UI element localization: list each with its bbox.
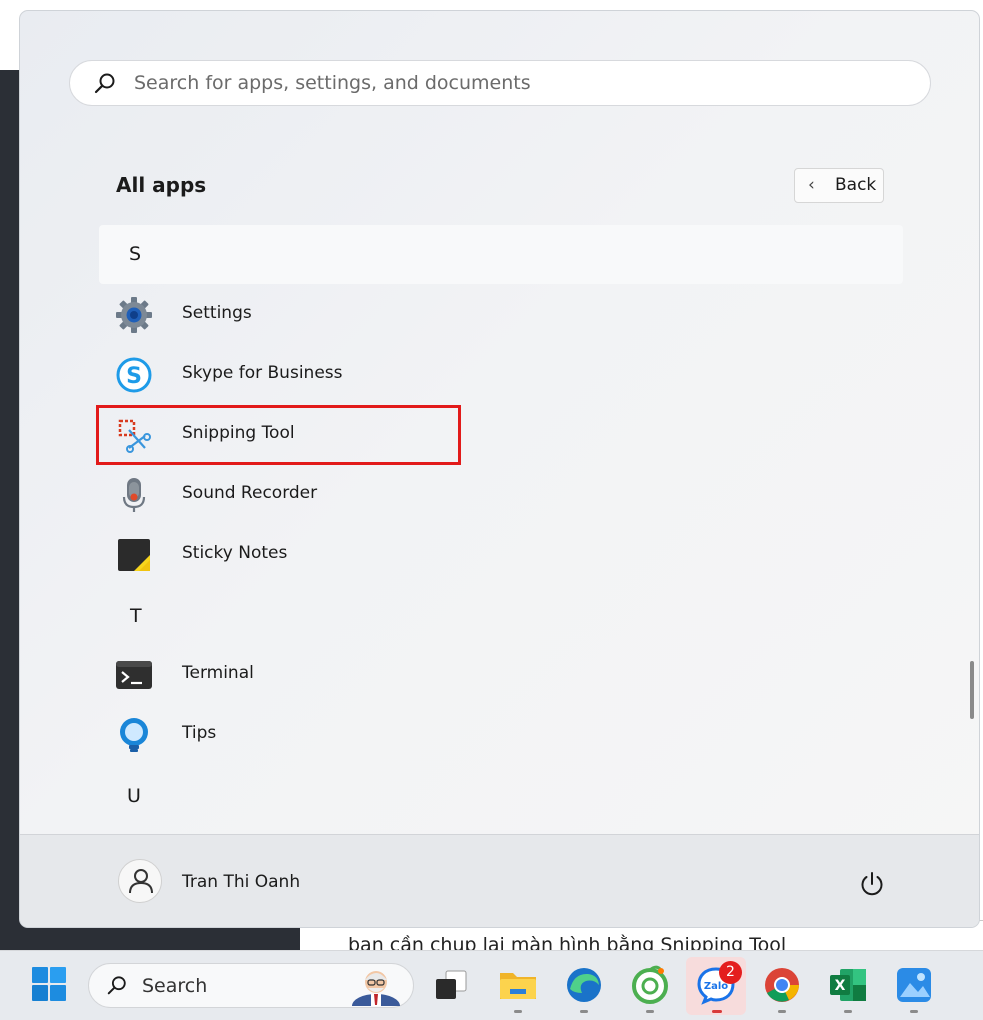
taskbar-search[interactable]: Search bbox=[88, 963, 414, 1008]
app-item-sound-recorder[interactable]: Sound Recorder bbox=[99, 466, 469, 522]
app-item-tips[interactable]: Tips bbox=[99, 706, 469, 762]
svg-text:S: S bbox=[126, 364, 142, 389]
section-letter-t[interactable]: T bbox=[130, 605, 142, 627]
chevron-left-icon: ‹ bbox=[808, 175, 815, 195]
scrollbar-thumb[interactable] bbox=[970, 661, 974, 719]
chrome-icon[interactable] bbox=[762, 965, 802, 1005]
app-item-skype-for-business[interactable]: S Skype for Business bbox=[99, 346, 469, 402]
app-item-terminal[interactable]: Terminal bbox=[99, 646, 469, 702]
section-header-s[interactable]: S bbox=[99, 225, 903, 284]
section-letter-s: S bbox=[129, 243, 142, 265]
running-indicator bbox=[778, 1010, 786, 1013]
app-name: Tips bbox=[182, 723, 217, 743]
start-icon[interactable] bbox=[31, 966, 67, 1002]
user-name[interactable]: Tran Thi Oanh bbox=[182, 872, 300, 892]
search-highlight-icon bbox=[352, 971, 400, 1006]
app-name: Skype for Business bbox=[182, 363, 343, 383]
running-indicator bbox=[580, 1010, 588, 1013]
back-button[interactable]: ‹ Back bbox=[794, 168, 884, 203]
all-apps-title: All apps bbox=[116, 173, 207, 197]
running-indicator bbox=[910, 1010, 918, 1013]
power-icon[interactable] bbox=[858, 870, 886, 898]
start-menu: Search for apps, settings, and documents… bbox=[19, 10, 980, 928]
gear-icon bbox=[116, 297, 152, 333]
svg-text:X: X bbox=[835, 978, 846, 994]
app-item-sticky-notes[interactable]: Sticky Notes bbox=[99, 526, 469, 582]
search-icon bbox=[94, 73, 115, 94]
start-menu-footer: Tran Thi Oanh bbox=[20, 834, 979, 927]
start-search-box[interactable]: Search for apps, settings, and documents bbox=[69, 60, 931, 106]
terminal-icon bbox=[116, 661, 152, 689]
user-avatar[interactable] bbox=[118, 859, 162, 903]
sticky-notes-icon bbox=[118, 539, 150, 571]
coccoc-icon[interactable] bbox=[630, 965, 670, 1005]
app-name: Sticky Notes bbox=[182, 543, 288, 563]
notification-badge: 2 bbox=[719, 961, 742, 984]
microphone-icon bbox=[122, 478, 146, 512]
photos-icon[interactable] bbox=[894, 965, 934, 1005]
taskbar-search-label: Search bbox=[142, 975, 208, 997]
edge-icon[interactable] bbox=[564, 965, 604, 1005]
file-explorer-icon[interactable] bbox=[498, 965, 538, 1005]
skype-icon: S bbox=[116, 357, 152, 393]
taskbar: Search Zalo 2 X bbox=[0, 950, 983, 1020]
app-name: Settings bbox=[182, 303, 252, 323]
running-indicator bbox=[844, 1010, 852, 1013]
app-item-settings[interactable]: Settings bbox=[99, 286, 469, 342]
running-indicator bbox=[646, 1010, 654, 1013]
app-name: Terminal bbox=[182, 663, 254, 683]
highlight-box bbox=[96, 405, 461, 465]
search-icon bbox=[107, 976, 126, 995]
running-indicator bbox=[712, 1010, 722, 1013]
task-view-icon[interactable] bbox=[432, 965, 472, 1005]
running-indicator bbox=[514, 1010, 522, 1013]
user-icon bbox=[129, 869, 153, 894]
app-name: Sound Recorder bbox=[182, 483, 318, 503]
lightbulb-icon bbox=[120, 718, 148, 752]
section-letter-u[interactable]: U bbox=[127, 785, 141, 807]
back-button-label: Back bbox=[835, 175, 877, 195]
excel-icon[interactable]: X bbox=[828, 965, 868, 1005]
search-placeholder: Search for apps, settings, and documents bbox=[134, 72, 531, 94]
